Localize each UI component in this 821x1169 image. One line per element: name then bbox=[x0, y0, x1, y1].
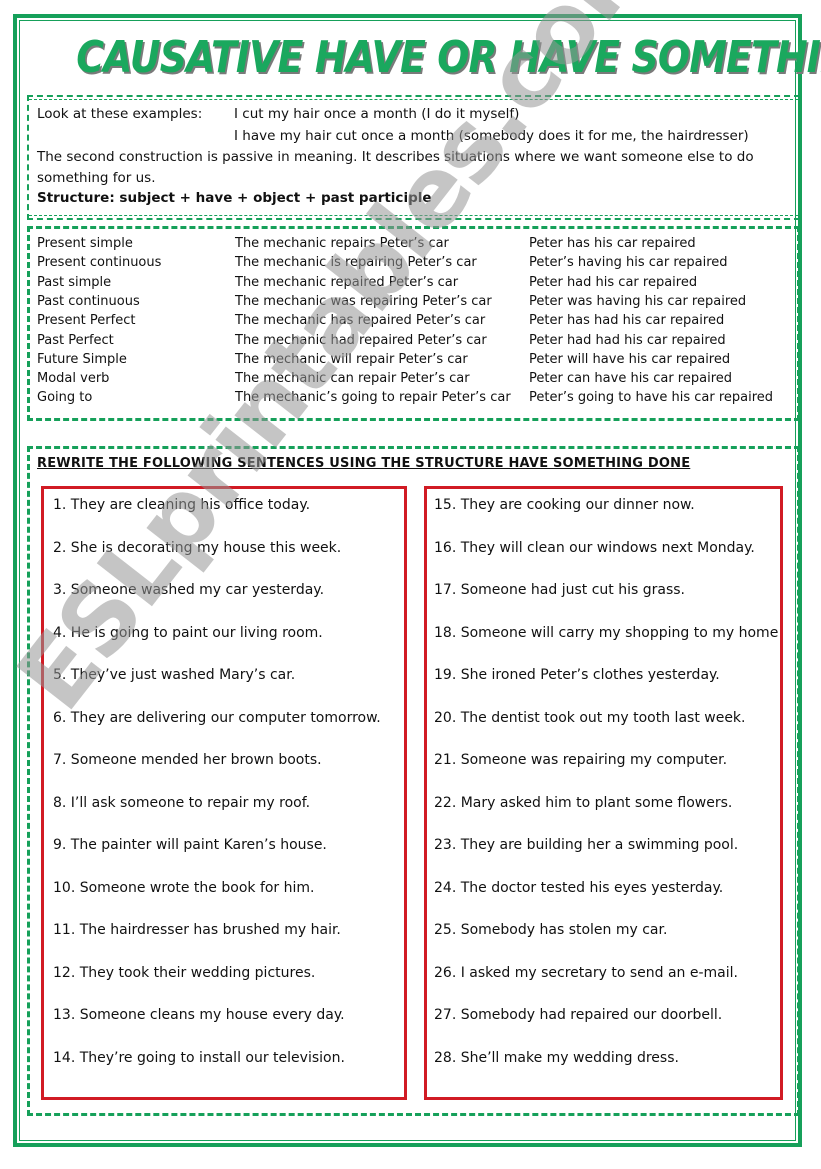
exercise-item: 5. They’ve just washed Mary’s car. bbox=[53, 667, 296, 683]
active-sentence: The mechanic has repaired Peter’s car bbox=[235, 313, 486, 329]
active-sentence: The mechanic will repair Peter’s car bbox=[235, 351, 468, 367]
exercise-item: 28. She’ll make my wedding dress. bbox=[434, 1049, 679, 1066]
exercise-item: 18. Someone will carry my shopping to my… bbox=[434, 624, 779, 641]
tense-name: Present continuous bbox=[37, 255, 162, 271]
active-sentence: The mechanic’s going to repair Peter’s c… bbox=[235, 390, 511, 406]
active-sentence: The mechanic can repair Peter’s car bbox=[235, 371, 470, 387]
tense-name: Present Perfect bbox=[37, 313, 136, 329]
exercise-item: 19. She ironed Peter’s clothes yesterday… bbox=[434, 667, 720, 683]
exercise-item: 26. I asked my secretary to send an e-ma… bbox=[434, 964, 738, 981]
exercise-item: 27. Somebody had repaired our doorbell. bbox=[434, 1007, 723, 1023]
exercise-item: 1. They are cleaning his office today. bbox=[53, 497, 311, 513]
exercise-item: 6. They are delivering our computer tomo… bbox=[53, 709, 381, 726]
exercise-item: 8. I’ll ask someone to repair my roof. bbox=[53, 794, 311, 811]
exercise-item: 12. They took their wedding pictures. bbox=[53, 964, 316, 981]
causative-sentence: Peter’s having his car repaired bbox=[529, 255, 728, 271]
tense-name: Modal verb bbox=[37, 371, 110, 387]
tense-name: Past continuous bbox=[37, 293, 140, 309]
causative-sentence: Peter has his car repaired bbox=[529, 236, 696, 251]
tense-name: Present simple bbox=[37, 236, 133, 251]
exercise-item: 2. She is decorating my house this week. bbox=[53, 539, 342, 556]
exercise-item: 15. They are cooking our dinner now. bbox=[434, 497, 695, 513]
causative-sentence: Peter can have his car repaired bbox=[529, 371, 733, 387]
exercise-item: 24. The doctor tested his eyes yesterday… bbox=[434, 879, 724, 896]
causative-sentence: Peter’s going to have his car repaired bbox=[529, 390, 774, 406]
worksheet-title: CAUSATIVE HAVE OR HAVE SOMETHING DONE bbox=[76, 32, 821, 83]
active-sentence: The mechanic repairs Peter’s car bbox=[235, 236, 449, 251]
tense-name: Past Perfect bbox=[37, 332, 114, 348]
exercise-item: 3. Someone washed my car yesterday. bbox=[53, 582, 325, 598]
exercise-item: 16. They will clean our windows next Mon… bbox=[434, 539, 755, 556]
exercise-item: 25. Somebody has stolen my car. bbox=[434, 922, 668, 938]
causative-sentence: Peter was having his car repaired bbox=[529, 293, 747, 309]
exercise-item: 23. They are building her a swimming poo… bbox=[434, 837, 739, 853]
exercise-item: 17. Someone had just cut his grass. bbox=[434, 582, 685, 598]
exercise-item: 9. The painter will paint Karen’s house. bbox=[53, 837, 327, 853]
active-sentence: The mechanic is repairing Peter’s car bbox=[235, 255, 477, 271]
tense-name: Past simple bbox=[37, 274, 112, 290]
tense-name: Going to bbox=[37, 390, 93, 406]
exercise-item: 14. They’re going to install our televis… bbox=[53, 1049, 345, 1066]
causative-sentence: Peter had his car repaired bbox=[529, 274, 698, 290]
exercise-item: 22. Mary asked him to plant some flowers… bbox=[434, 794, 733, 811]
explanation-line-1: The second construction is passive in me… bbox=[37, 149, 754, 165]
active-sentence: The mechanic was repairing Peter’s car bbox=[235, 293, 492, 309]
structure-formula: Structure: subject + have + object + pas… bbox=[37, 190, 432, 206]
tense-name: Future Simple bbox=[37, 351, 127, 367]
example-1: I cut my hair once a month (I do it myse… bbox=[234, 106, 520, 122]
active-sentence: The mechanic repaired Peter’s car bbox=[235, 274, 459, 290]
causative-sentence: Peter will have his car repaired bbox=[529, 351, 731, 367]
exercise-item: 7. Someone mended her brown boots. bbox=[53, 752, 322, 768]
exercise-item: 13. Someone cleans my house every day. bbox=[53, 1007, 345, 1023]
exercise-item: 11. The hairdresser has brushed my hair. bbox=[53, 922, 341, 938]
causative-sentence: Peter had had his car repaired bbox=[529, 332, 726, 348]
causative-sentence: Peter has had his car repaired bbox=[529, 313, 725, 329]
exercise-item: 21. Someone was repairing my computer. bbox=[434, 752, 728, 768]
explanation-line-2: something for us. bbox=[37, 170, 156, 186]
exercise-item: 20. The dentist took out my tooth last w… bbox=[434, 709, 746, 726]
examples-label: Look at these examples: bbox=[37, 106, 203, 122]
example-2: I have my hair cut once a month (somebod… bbox=[234, 128, 749, 144]
exercise-heading: REWRITE THE FOLLOWING SENTENCES USING TH… bbox=[37, 456, 691, 471]
active-sentence: The mechanic had repaired Peter’s car bbox=[235, 332, 487, 348]
exercise-item: 10. Someone wrote the book for him. bbox=[53, 879, 315, 896]
exercise-item: 4. He is going to paint our living room. bbox=[53, 624, 323, 641]
